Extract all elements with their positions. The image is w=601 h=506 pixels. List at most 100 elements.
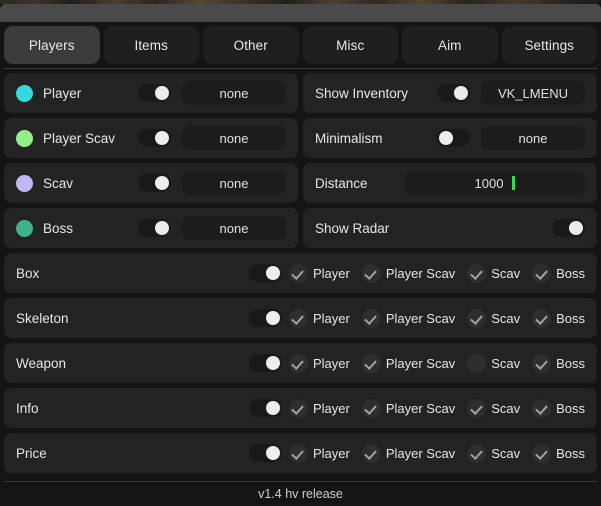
- entity-toggle[interactable]: [138, 129, 171, 147]
- checkbox-player-scav[interactable]: Player Scav: [362, 354, 455, 373]
- checkbox-label: Player Scav: [386, 356, 455, 371]
- feature-toggle[interactable]: [249, 264, 282, 282]
- checkbox-scav[interactable]: Scav: [467, 264, 520, 283]
- option-value-field[interactable]: VK_LMENU: [481, 81, 585, 105]
- right-column-cell-3: Show Radar: [303, 208, 597, 248]
- checkmark-icon: [467, 309, 486, 328]
- settings-row-1: Player ScavnoneMinimalismnone: [4, 118, 597, 158]
- color-swatch-icon[interactable]: [16, 130, 33, 147]
- tab-misc[interactable]: Misc: [303, 26, 399, 64]
- feature-check-group: Player Player Scav Scav Boss: [289, 444, 585, 463]
- checkbox-boss[interactable]: Boss: [532, 399, 585, 418]
- option-toggle[interactable]: [437, 84, 470, 102]
- tab-label: Misc: [336, 38, 364, 53]
- entity-value-field[interactable]: none: [182, 81, 286, 105]
- feature-label: Info: [16, 401, 39, 416]
- checkmark-icon: [289, 264, 308, 283]
- checkbox-label: Boss: [556, 266, 585, 281]
- checkbox-label: Player: [313, 311, 350, 326]
- text-cursor: [512, 176, 515, 190]
- color-swatch-icon[interactable]: [16, 175, 33, 192]
- toggle-knob: [569, 221, 583, 235]
- feature-toggle[interactable]: [249, 444, 282, 462]
- entity-toggle[interactable]: [138, 219, 171, 237]
- option-toggle[interactable]: [437, 129, 470, 147]
- right-column-cell-1: Minimalismnone: [303, 118, 597, 158]
- checkbox-player[interactable]: Player: [289, 399, 350, 418]
- checkmark-icon: [289, 309, 308, 328]
- option-label: Show Inventory: [315, 86, 408, 101]
- checkbox-player-scav[interactable]: Player Scav: [362, 444, 455, 463]
- option-toggle[interactable]: [552, 219, 585, 237]
- checkbox-boss[interactable]: Boss: [532, 264, 585, 283]
- left-column-cell-1: Player Scav none: [4, 118, 298, 158]
- checkmark-icon: [467, 264, 486, 283]
- checkbox-player-scav[interactable]: Player Scav: [362, 309, 455, 328]
- option-label: Show Radar: [315, 221, 389, 236]
- checkbox-player[interactable]: Player: [289, 444, 350, 463]
- toggle-knob: [266, 401, 280, 415]
- entity-value-field[interactable]: none: [182, 216, 286, 240]
- entity-value-field[interactable]: none: [182, 126, 286, 150]
- checkbox-player[interactable]: Player: [289, 309, 350, 328]
- option-label: Distance: [315, 176, 368, 191]
- checkbox-boss[interactable]: Boss: [532, 309, 585, 328]
- footer-version: v1.4 hv release: [0, 482, 601, 506]
- color-swatch-icon[interactable]: [16, 85, 33, 102]
- checkbox-boss[interactable]: Boss: [532, 444, 585, 463]
- checkbox-player[interactable]: Player: [289, 354, 350, 373]
- checkbox-boss[interactable]: Boss: [532, 354, 585, 373]
- tab-label: Players: [29, 38, 75, 53]
- checkbox-player-scav[interactable]: Player Scav: [362, 264, 455, 283]
- toggle-knob: [266, 356, 280, 370]
- tab-settings[interactable]: Settings: [502, 26, 598, 64]
- checkbox-label: Scav: [491, 446, 520, 461]
- checkbox-player[interactable]: Player: [289, 264, 350, 283]
- toggle-knob: [454, 86, 468, 100]
- right-column-cell-0: Show Inventory VK_LMENU: [303, 73, 597, 113]
- left-column-cell-0: Playernone: [4, 73, 298, 113]
- checkbox-label: Boss: [556, 311, 585, 326]
- checkbox-scav[interactable]: Scav: [467, 309, 520, 328]
- entity-toggle[interactable]: [138, 84, 171, 102]
- feature-row-skeleton: SkeletonPlayerPlayer ScavScavBoss: [4, 298, 597, 338]
- color-swatch-icon[interactable]: [16, 220, 33, 237]
- option-value-field[interactable]: none: [481, 126, 585, 150]
- option-value-field[interactable]: 1000: [405, 171, 585, 195]
- toggle-knob: [439, 131, 453, 145]
- feature-toggle[interactable]: [249, 309, 282, 327]
- tab-label: Items: [134, 38, 168, 53]
- checkmark-icon: [362, 264, 381, 283]
- left-column-cell-3: Bossnone: [4, 208, 298, 248]
- entity-toggle[interactable]: [138, 174, 171, 192]
- feature-label: Weapon: [16, 356, 66, 371]
- tab-label: Aim: [438, 38, 462, 53]
- feature-toggle[interactable]: [249, 354, 282, 372]
- window-title-bar[interactable]: [0, 4, 601, 22]
- checkmark-icon: [362, 399, 381, 418]
- checkbox-player-scav[interactable]: Player Scav: [362, 399, 455, 418]
- checkbox-scav[interactable]: Scav: [467, 354, 520, 373]
- entity-row-scav: Scavnone: [4, 163, 298, 203]
- tab-players[interactable]: Players: [4, 26, 100, 64]
- feature-check-group: Player Player Scav Scav Boss: [289, 309, 585, 328]
- checkbox-label: Player: [313, 401, 350, 416]
- tab-other[interactable]: Other: [203, 26, 299, 64]
- settings-row-2: Scavnone Distance 1000: [4, 163, 597, 203]
- tab-items[interactable]: Items: [104, 26, 200, 64]
- tab-aim[interactable]: Aim: [402, 26, 498, 64]
- tab-label: Other: [234, 38, 268, 53]
- check-rows-container: BoxPlayerPlayer ScavScavBossSkeletonPlay…: [4, 253, 597, 473]
- checkmark-icon: [362, 309, 381, 328]
- feature-toggle[interactable]: [249, 399, 282, 417]
- checkmark-icon: [532, 444, 551, 463]
- toggle-knob: [266, 311, 280, 325]
- checkbox-scav[interactable]: Scav: [467, 444, 520, 463]
- entity-value-field[interactable]: none: [182, 171, 286, 195]
- checkbox-scav[interactable]: Scav: [467, 399, 520, 418]
- checkbox-label: Boss: [556, 446, 585, 461]
- feature-label: Box: [16, 266, 39, 281]
- toggle-knob: [155, 221, 169, 235]
- top-grid: Playernone Show Inventory VK_LMENU Player S…: [4, 73, 597, 248]
- entity-label: Player Scav: [43, 131, 115, 146]
